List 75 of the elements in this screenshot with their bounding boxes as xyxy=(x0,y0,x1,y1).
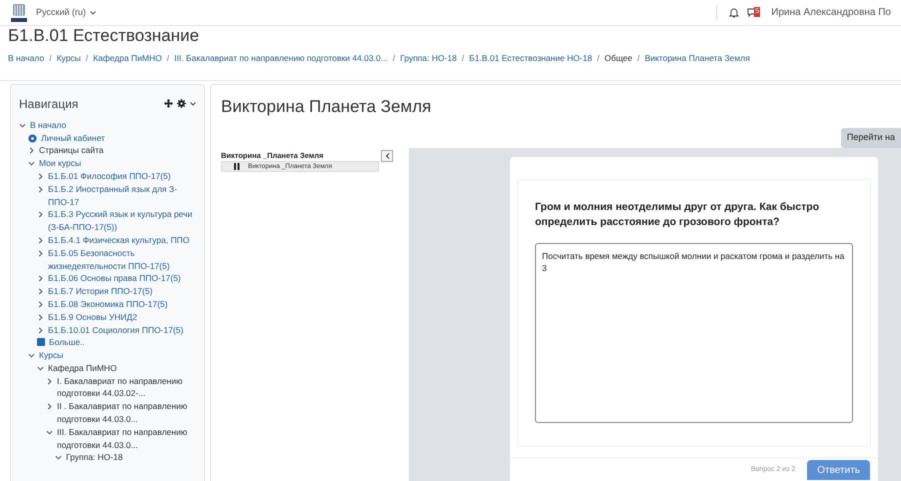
chevron-down-icon[interactable] xyxy=(28,160,35,168)
breadcrumb-separator: / xyxy=(49,52,52,65)
submit-button[interactable]: Ответить xyxy=(807,460,870,480)
pause-icon xyxy=(234,163,240,170)
breadcrumb-link[interactable]: Викторина Планета Земля xyxy=(644,52,750,65)
nav-link[interactable]: Личный кабинет xyxy=(41,132,105,144)
nav-link[interactable]: Б1.Б.9 Основы УНИД2 xyxy=(48,310,138,324)
chevron-right-icon[interactable] xyxy=(37,250,44,257)
jump-button[interactable]: Перейти на xyxy=(840,128,901,148)
chevron-down-icon[interactable] xyxy=(55,454,62,462)
user-name[interactable]: Ирина Александровна По xyxy=(771,5,891,20)
chevron-down-icon[interactable] xyxy=(37,364,44,372)
breadcrumb-link[interactable]: III. Бакалавриат по направлению подготовки 44.03.0... xyxy=(174,52,388,65)
nav-link[interactable]: Б1.Б.3 Русский язык и культура речи (З-БА-ППО-17(5)) xyxy=(48,208,196,234)
nav-link[interactable]: Б1.Б.7 История ППО-17(5) xyxy=(48,285,153,298)
chevron-down-icon[interactable] xyxy=(28,352,35,360)
breadcrumb-link[interactable]: Кафедра ПиМНО xyxy=(93,52,162,65)
settings-icon[interactable] xyxy=(177,99,186,108)
breadcrumb-link[interactable]: Б1.В.01 Естествознание НО-18 xyxy=(469,52,592,65)
nav-link[interactable]: Б1.Б.06 Основы права ППО-17(5) xyxy=(48,272,181,286)
nav-link[interactable]: Б1.Б.2 Иностранный язык для З-ППО-17 xyxy=(48,182,196,208)
nav-link[interactable]: Курсы xyxy=(39,349,64,362)
breadcrumb-link[interactable]: В начало xyxy=(8,52,44,65)
nav-link[interactable]: Страницы сайта xyxy=(39,144,104,158)
chevron-right-icon[interactable] xyxy=(37,236,44,244)
chevron-right-icon[interactable] xyxy=(37,211,44,218)
logo-icon xyxy=(10,2,28,22)
chevron-right-icon[interactable] xyxy=(37,275,44,282)
answer-field[interactable]: Посчитать время между вспышкой молнии и раскатом грома и разделить на 3 xyxy=(535,242,853,423)
question-text: Гром и молния неотделимы друг от друга. Как быстро определить расстояние до грозового фронта? xyxy=(535,200,820,230)
breadcrumb-separator: / xyxy=(392,52,396,65)
panel-title: Навигация xyxy=(19,96,78,113)
move-icon[interactable] xyxy=(164,99,173,108)
square-icon xyxy=(37,338,45,346)
chevron-left-icon xyxy=(384,152,390,159)
chevron-right-icon[interactable] xyxy=(46,378,53,385)
breadcrumb-link[interactable]: Общее xyxy=(604,52,632,65)
chevron-right-icon[interactable] xyxy=(37,172,44,180)
nav-link[interactable]: Б1.Б.08 Экономика ППО-17(5) xyxy=(48,298,168,311)
bell-icon[interactable] xyxy=(729,7,740,18)
chevron-right-icon[interactable] xyxy=(46,403,53,410)
nav-link[interactable]: III. Бакалавриат по направлению подготовки 44.03.0... xyxy=(57,426,196,452)
nav-link[interactable]: Б1.Б.4.1 Физическая культура, ППО xyxy=(48,234,190,247)
nav-link[interactable]: В начало xyxy=(30,118,66,132)
chevron-down-icon[interactable] xyxy=(190,102,196,106)
chevron-down-icon[interactable] xyxy=(19,122,26,129)
nav-link[interactable]: Больше.. xyxy=(49,336,85,350)
chevron-right-icon[interactable] xyxy=(37,186,44,193)
nav-link[interactable]: Б1.Б.01 Философия ППО-17(5) xyxy=(48,170,171,183)
nav-link[interactable]: I. Бакалавриат по направлению подготовки 44.03.02-... xyxy=(57,374,196,400)
chevron-down-icon xyxy=(90,10,96,14)
nav-link[interactable]: Мои курсы xyxy=(39,157,82,170)
breadcrumb-separator: / xyxy=(166,52,170,65)
breadcrumb-link[interactable]: Группа: НО-18 xyxy=(400,52,457,65)
breadcrumb-separator: / xyxy=(86,52,88,65)
collapse-button[interactable] xyxy=(381,150,393,162)
language-menu[interactable]: Русский (ru) xyxy=(36,6,96,20)
chevron-right-icon[interactable] xyxy=(37,288,44,296)
chevron-right-icon[interactable] xyxy=(37,300,44,308)
breadcrumb-separator: / xyxy=(637,52,640,65)
breadcrumb-link[interactable]: Курсы xyxy=(56,52,81,65)
chevron-right-icon[interactable] xyxy=(37,314,44,321)
chevron-right-icon[interactable] xyxy=(28,147,35,154)
page-title: Викторина Планета Земля xyxy=(221,96,432,118)
nav-link[interactable]: Группа: НО-18 xyxy=(66,451,123,464)
nav-link[interactable]: II . Бакалавриат по направлению подготовки 44.03.0... xyxy=(57,400,196,426)
nav-link[interactable]: Кафедра ПиМНО xyxy=(48,362,117,375)
nav-link[interactable]: Б1.Б.05 Безопасность жизнедеятельности ППО-17(5) xyxy=(48,246,196,272)
dashboard-icon xyxy=(28,134,37,143)
chevron-right-icon[interactable] xyxy=(37,326,44,334)
chevron-down-icon[interactable] xyxy=(46,428,53,436)
nav-link[interactable]: Б1.Б.10.01 Социология ППО-17(5) xyxy=(48,324,184,336)
breadcrumb-separator: / xyxy=(597,52,600,65)
course-title: Б1.В.01 Естествознание xyxy=(8,26,200,46)
breadcrumb-separator: / xyxy=(462,52,464,65)
